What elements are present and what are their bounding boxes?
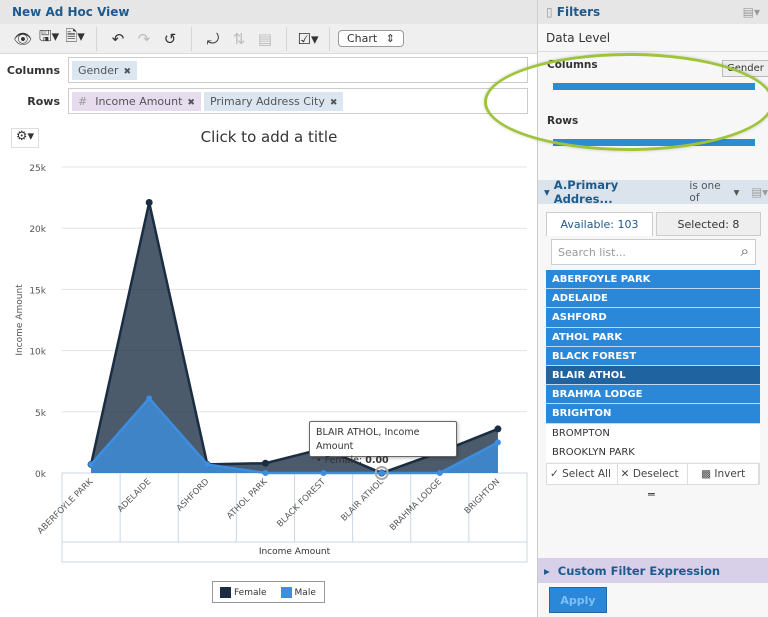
rows-level-label: Rows bbox=[547, 115, 579, 127]
filter-value-list: ABERFOYLE PARK ADELAIDE ASHFORD ATHOL PARK B… bbox=[546, 270, 760, 462]
data-level-label: Data Level bbox=[538, 24, 768, 52]
filter-header[interactable]: ▾ A.Primary Addres... is one of ▾ ▤▾ bbox=[538, 178, 768, 206]
x-tick-label: ATHOL PARK bbox=[225, 477, 270, 522]
x-tick-label: ASHFORD bbox=[175, 477, 212, 514]
columns-level-slider[interactable] bbox=[553, 83, 755, 90]
custom-filter-expression-toggle[interactable]: ▸ Custom Filter Expression bbox=[538, 558, 768, 583]
x-axis-label: Income Amount bbox=[259, 547, 331, 557]
y-tick-label: 0k bbox=[35, 470, 47, 480]
point-male[interactable] bbox=[204, 461, 211, 468]
filter-list-item[interactable]: BRIGHTON bbox=[546, 404, 760, 424]
rows-level-slider[interactable] bbox=[553, 139, 755, 146]
y-tick-label: 5k bbox=[35, 409, 47, 419]
filters-panel: ▯ Filters ▤▾ Data Level Columns Gender Ro… bbox=[538, 0, 768, 617]
y-tick-label: 20k bbox=[29, 225, 46, 235]
chart-tooltip: BLAIR ATHOL, Income Amount • Female: 0.0… bbox=[309, 421, 457, 466]
point-male[interactable] bbox=[146, 395, 153, 402]
filter-list-item[interactable]: ATHOL PARK bbox=[546, 327, 760, 347]
point-male[interactable] bbox=[262, 470, 269, 476]
tab-available[interactable]: Available: 103 bbox=[546, 212, 653, 236]
menu-icon[interactable]: ▤▾ bbox=[743, 5, 760, 19]
filters-header: ▯ Filters ▤▾ bbox=[538, 0, 768, 24]
filter-list-item[interactable]: BROMPTON bbox=[546, 423, 760, 443]
point-male[interactable] bbox=[88, 461, 95, 468]
point-male[interactable] bbox=[494, 439, 501, 446]
apply-button[interactable]: Apply bbox=[549, 587, 607, 613]
invert-button[interactable]: ▩ Invert bbox=[688, 464, 760, 484]
filter-list-item[interactable]: ABERFOYLE PARK bbox=[546, 270, 760, 290]
legend-female[interactable]: Female bbox=[220, 586, 267, 598]
point-male[interactable] bbox=[320, 470, 327, 476]
operator-select[interactable]: is one of bbox=[689, 180, 733, 204]
point-male[interactable] bbox=[436, 470, 443, 476]
search-icon[interactable]: ⌕ bbox=[741, 242, 749, 260]
chart: 0k 5k 10k 15k 20k 25k Income Amount Income Amou… bbox=[15, 164, 528, 563]
filter-list-item[interactable]: BLACK FOREST bbox=[546, 346, 760, 366]
y-axis-label: Income Amount bbox=[15, 284, 25, 356]
filter-list-item[interactable]: ADELAIDE bbox=[546, 289, 760, 309]
point-female[interactable] bbox=[494, 425, 502, 433]
ad-hoc-view-panel: New Ad Hoc View 👁 🖫▾ 🗎▾ ↶ ↷ ↺ ⤾ ⇅ ▤ ☑▾ C… bbox=[0, 0, 538, 617]
columns-level-label: Columns bbox=[547, 59, 598, 71]
chart-legend: Female Male bbox=[212, 581, 325, 603]
deselect-button[interactable]: ✕ Deselect bbox=[618, 464, 689, 484]
x-tick-label: ADELAIDE bbox=[116, 477, 153, 514]
resize-handle[interactable]: ═ bbox=[648, 488, 655, 501]
search-list-input[interactable]: Search list... ⌕ bbox=[551, 239, 756, 265]
point-male[interactable] bbox=[378, 470, 385, 476]
tab-selected[interactable]: Selected: 8 bbox=[656, 212, 761, 236]
x-tick-label: BLACK FOREST bbox=[275, 476, 328, 529]
y-tick-label: 25k bbox=[29, 164, 46, 174]
x-tick-label: BLAIR ATHOL bbox=[339, 477, 386, 524]
legend-male[interactable]: Male bbox=[280, 586, 316, 598]
filter-list-item[interactable]: BLAIR ATHOL bbox=[546, 365, 760, 386]
select-all-button[interactable]: ✓ Select All bbox=[547, 464, 618, 484]
filter-list-item[interactable]: ASHFORD bbox=[546, 308, 760, 328]
x-tick-label: BRAHMA LODGE bbox=[388, 477, 444, 533]
y-tick-label: 10k bbox=[29, 348, 46, 358]
point-female[interactable] bbox=[261, 459, 269, 467]
x-tick-label: ABERFOYLE PARK bbox=[36, 477, 96, 537]
point-female[interactable] bbox=[145, 198, 153, 206]
filter-list-item[interactable]: BRAHMA LODGE bbox=[546, 385, 760, 405]
filter-list-item[interactable]: BROOKLYN PARK bbox=[546, 442, 760, 462]
y-tick-label: 15k bbox=[29, 286, 46, 296]
gender-level-button[interactable]: Gender bbox=[722, 60, 768, 77]
